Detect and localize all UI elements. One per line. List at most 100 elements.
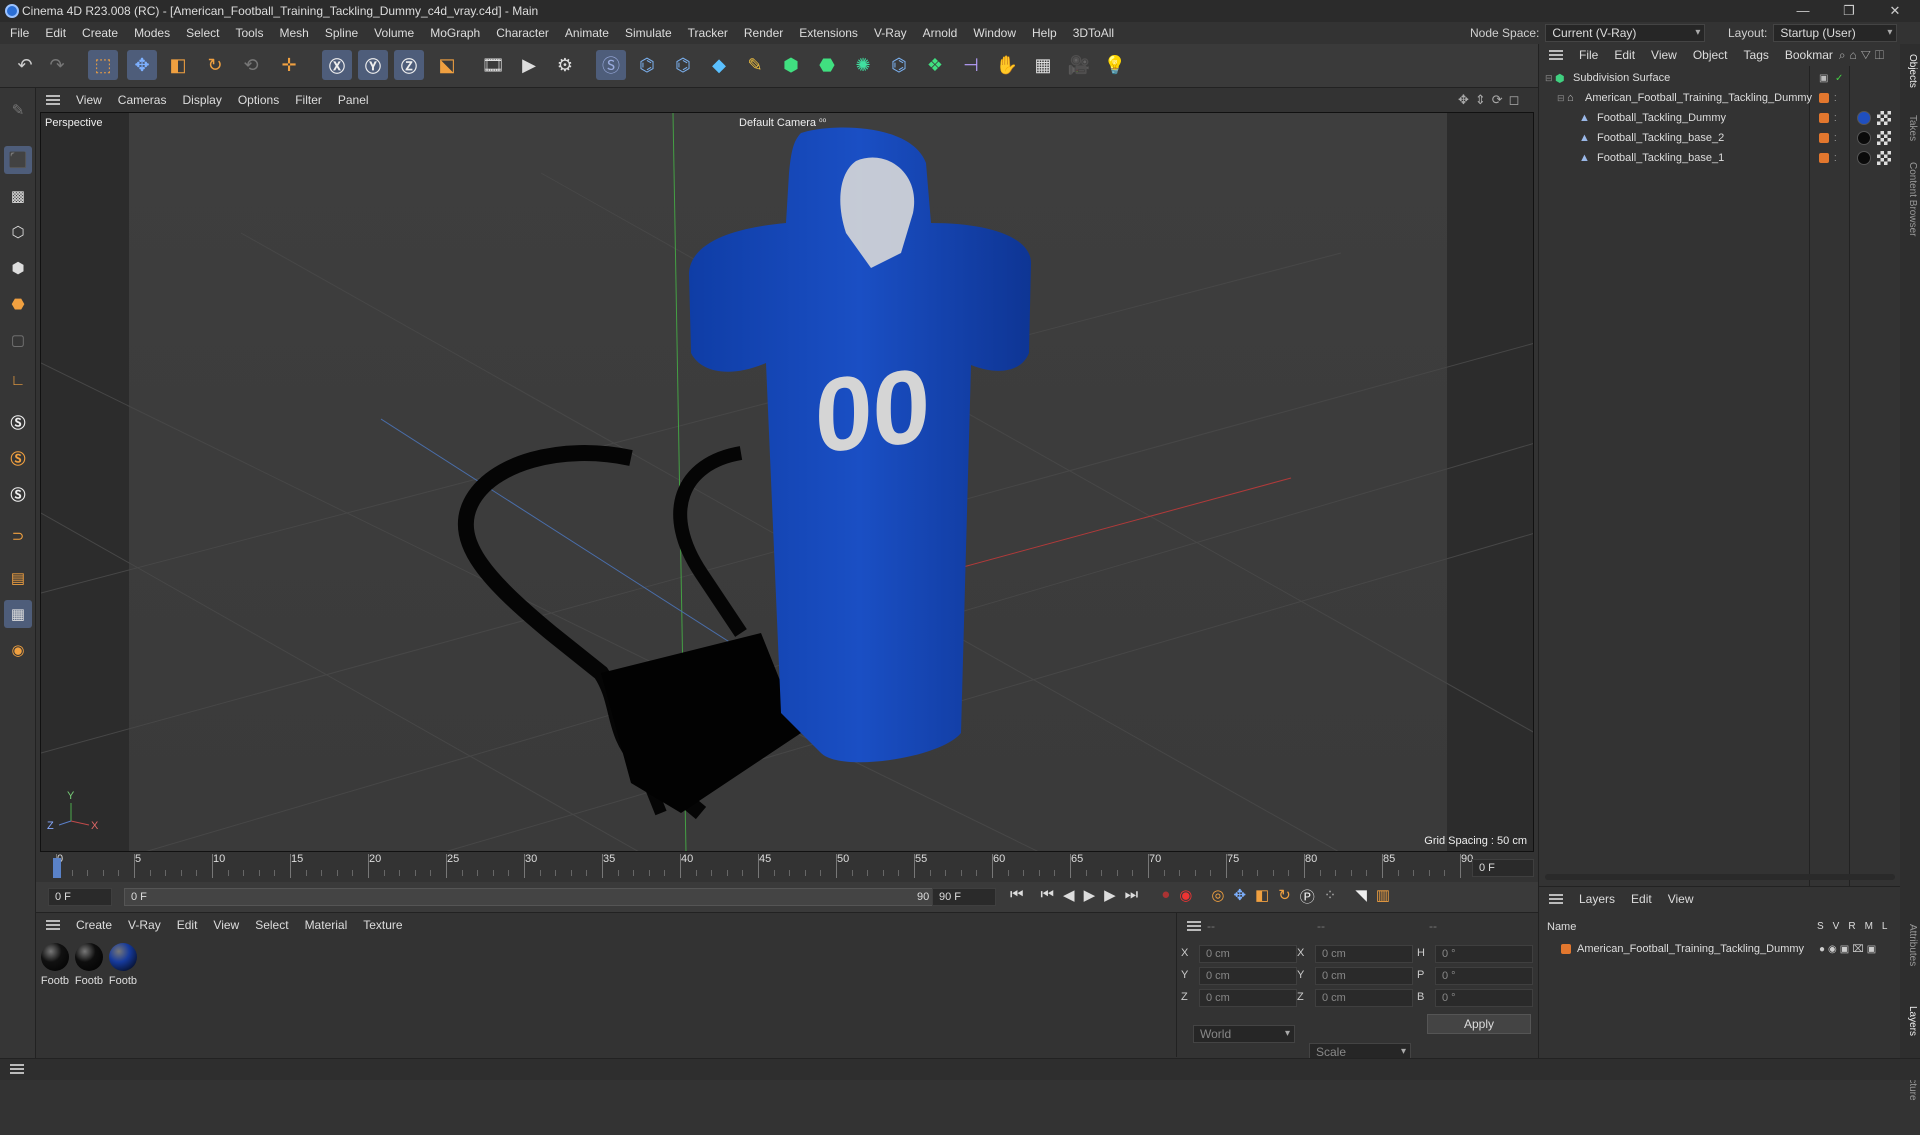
render-region-icon[interactable]: 🎞: [478, 50, 508, 80]
visibility-dots-icon[interactable]: ⁚: [1834, 94, 1837, 103]
move-tool-icon[interactable]: ✥: [127, 50, 157, 80]
viewport-menu-icon[interactable]: [46, 95, 60, 105]
python-script-icon[interactable]: ⌬: [632, 50, 662, 80]
y-axis-lock-icon[interactable]: Ⓨ: [358, 50, 388, 80]
object-menu-edit[interactable]: Edit: [1606, 48, 1643, 62]
layer-color-tag[interactable]: [1819, 93, 1829, 103]
layer-menu-icon[interactable]: [1549, 894, 1563, 904]
texture-tag-icon[interactable]: [1877, 111, 1891, 125]
layer-menu-edit[interactable]: Edit: [1623, 892, 1660, 906]
start-frame-field[interactable]: 0 F: [48, 888, 112, 906]
grid-icon[interactable]: ▦: [4, 600, 32, 628]
rotation-key-icon[interactable]: ↻: [1278, 886, 1291, 907]
status-menu-icon[interactable]: [10, 1064, 24, 1074]
menu-mesh[interactable]: Mesh: [271, 26, 316, 40]
workplane-icon[interactable]: ▤: [4, 564, 32, 592]
material-tag-icon[interactable]: [1857, 111, 1871, 125]
film-strip-icon[interactable]: ▥: [1376, 886, 1390, 907]
coord-value-field[interactable]: 0 cm: [1315, 989, 1413, 1007]
material-swatch[interactable]: Footb: [40, 943, 70, 987]
side-tab-objects[interactable]: Objects: [1902, 54, 1918, 115]
layer-menu-layers[interactable]: Layers: [1571, 892, 1623, 906]
material-menu-select[interactable]: Select: [247, 918, 296, 932]
texture-tag-icon[interactable]: [1877, 151, 1891, 165]
coord-value-field[interactable]: 0 cm: [1315, 967, 1413, 985]
object-menu-file[interactable]: File: [1571, 48, 1606, 62]
cube-icon[interactable]: ◆: [704, 50, 734, 80]
object-row[interactable]: ⊟ ⬢ Subdivision Surface ▣ ✓: [1539, 68, 1901, 88]
record-icon[interactable]: ●: [1161, 886, 1170, 907]
pla-key-icon[interactable]: ⁘: [1324, 886, 1337, 907]
apply-button[interactable]: Apply: [1427, 1014, 1531, 1034]
cloner-icon[interactable]: ✺: [848, 50, 878, 80]
play-icon[interactable]: ▶: [1084, 886, 1096, 907]
viewport-menu-display[interactable]: Display: [174, 93, 229, 107]
next-frame-icon[interactable]: ▶: [1104, 886, 1116, 907]
material-menu-texture[interactable]: Texture: [355, 918, 410, 932]
z-axis-lock-icon[interactable]: Ⓩ: [394, 50, 424, 80]
object-row[interactable]: ▲ Football_Tackling_Dummy ⁚: [1539, 108, 1901, 128]
menu-tracker[interactable]: Tracker: [680, 26, 736, 40]
auto-key-icon[interactable]: ◉: [1179, 886, 1192, 907]
material-menu-icon[interactable]: [46, 920, 60, 930]
menu-volume[interactable]: Volume: [366, 26, 422, 40]
transform-icon[interactable]: ✛: [274, 50, 304, 80]
side-tab-attributes[interactable]: Attributes: [1902, 924, 1918, 1006]
pen-spline-icon[interactable]: ✎: [740, 50, 770, 80]
edit-render-toggle-icon[interactable]: ▣: [1819, 73, 1828, 84]
minimize-button[interactable]: —: [1780, 0, 1826, 22]
visibility-dots-icon[interactable]: ⁚: [1834, 154, 1837, 163]
object-row[interactable]: ▲ Football_Tackling_base_2 ⁚: [1539, 128, 1901, 148]
menu-simulate[interactable]: Simulate: [617, 26, 680, 40]
viewport-perspective[interactable]: 00 Y X Z Perspective Default Camera ⁰⁰ G…: [40, 112, 1534, 852]
layer-color-swatch[interactable]: [1561, 944, 1571, 954]
menu-help[interactable]: Help: [1024, 26, 1065, 40]
mograph-icon[interactable]: ❖: [920, 50, 950, 80]
menu-modes[interactable]: Modes: [126, 26, 178, 40]
object-menu-view[interactable]: View: [1643, 48, 1685, 62]
field-icon[interactable]: ✋: [992, 50, 1022, 80]
texture-mode-icon[interactable]: ▩: [4, 182, 32, 210]
end-frame-field[interactable]: 90 F: [932, 888, 996, 906]
visibility-dots-icon[interactable]: ⁚: [1834, 134, 1837, 143]
material-tag-icon[interactable]: [1857, 151, 1871, 165]
material-menu-edit[interactable]: Edit: [169, 918, 206, 932]
uv-mode-icon[interactable]: ▢: [4, 326, 32, 354]
coordinate-space-dropdown[interactable]: World: [1193, 1025, 1295, 1043]
recent-tools-icon[interactable]: ⟲: [236, 50, 266, 80]
restore-button[interactable]: ❐: [1826, 0, 1872, 22]
viewport-nav-icons[interactable]: ✥⇕⟳◻: [1458, 92, 1525, 108]
viewport-menu-cameras[interactable]: Cameras: [110, 93, 175, 107]
object-menu-tags[interactable]: Tags: [1736, 48, 1777, 62]
redo-icon[interactable]: ↷: [42, 50, 72, 80]
material-tag-icon[interactable]: [1857, 131, 1871, 145]
prev-frame-icon[interactable]: ◀: [1063, 886, 1075, 907]
timeline-ruler[interactable]: 051015202530354045505560657075808590 0 F: [36, 852, 1538, 882]
x-axis-lock-icon[interactable]: Ⓧ: [322, 50, 352, 80]
expand-icon[interactable]: ⊟: [1545, 73, 1555, 84]
object-search-icons[interactable]: ⌕⌂▽◫: [1831, 48, 1896, 63]
camera-icon[interactable]: 🎥: [1064, 50, 1094, 80]
rotate-tool-icon[interactable]: ↻: [200, 50, 230, 80]
timeline-window-icon[interactable]: ◥: [1355, 886, 1367, 907]
menu-render[interactable]: Render: [736, 26, 791, 40]
material-menu-create[interactable]: Create: [68, 918, 120, 932]
undo-icon[interactable]: ↶: [10, 50, 40, 80]
layer-menu-view[interactable]: View: [1660, 892, 1702, 906]
object-menu-icon[interactable]: [1549, 50, 1563, 60]
coord-value-field[interactable]: 0 cm: [1199, 967, 1297, 985]
menu-vray[interactable]: V-Ray: [866, 26, 915, 40]
keyframe-selection-icon[interactable]: ◎: [1211, 886, 1224, 907]
menu-3dtoall[interactable]: 3DToAll: [1065, 26, 1122, 40]
side-tab-content-browser[interactable]: Content Browser: [1902, 162, 1918, 279]
render-settings-icon[interactable]: ⚙: [550, 50, 580, 80]
menu-tools[interactable]: Tools: [227, 26, 271, 40]
floor-icon[interactable]: ▦: [1028, 50, 1058, 80]
layer-color-tag[interactable]: [1819, 133, 1829, 143]
coord-value-field[interactable]: 0 °: [1435, 945, 1533, 963]
deformer-icon[interactable]: ⊣: [956, 50, 986, 80]
coord-value-field[interactable]: 0 °: [1435, 989, 1533, 1007]
snap-settings-icon[interactable]: Ⓢ: [4, 444, 32, 472]
camera-label[interactable]: Default Camera ⁰⁰: [739, 117, 826, 129]
layout-dropdown[interactable]: Startup (User): [1773, 24, 1898, 42]
